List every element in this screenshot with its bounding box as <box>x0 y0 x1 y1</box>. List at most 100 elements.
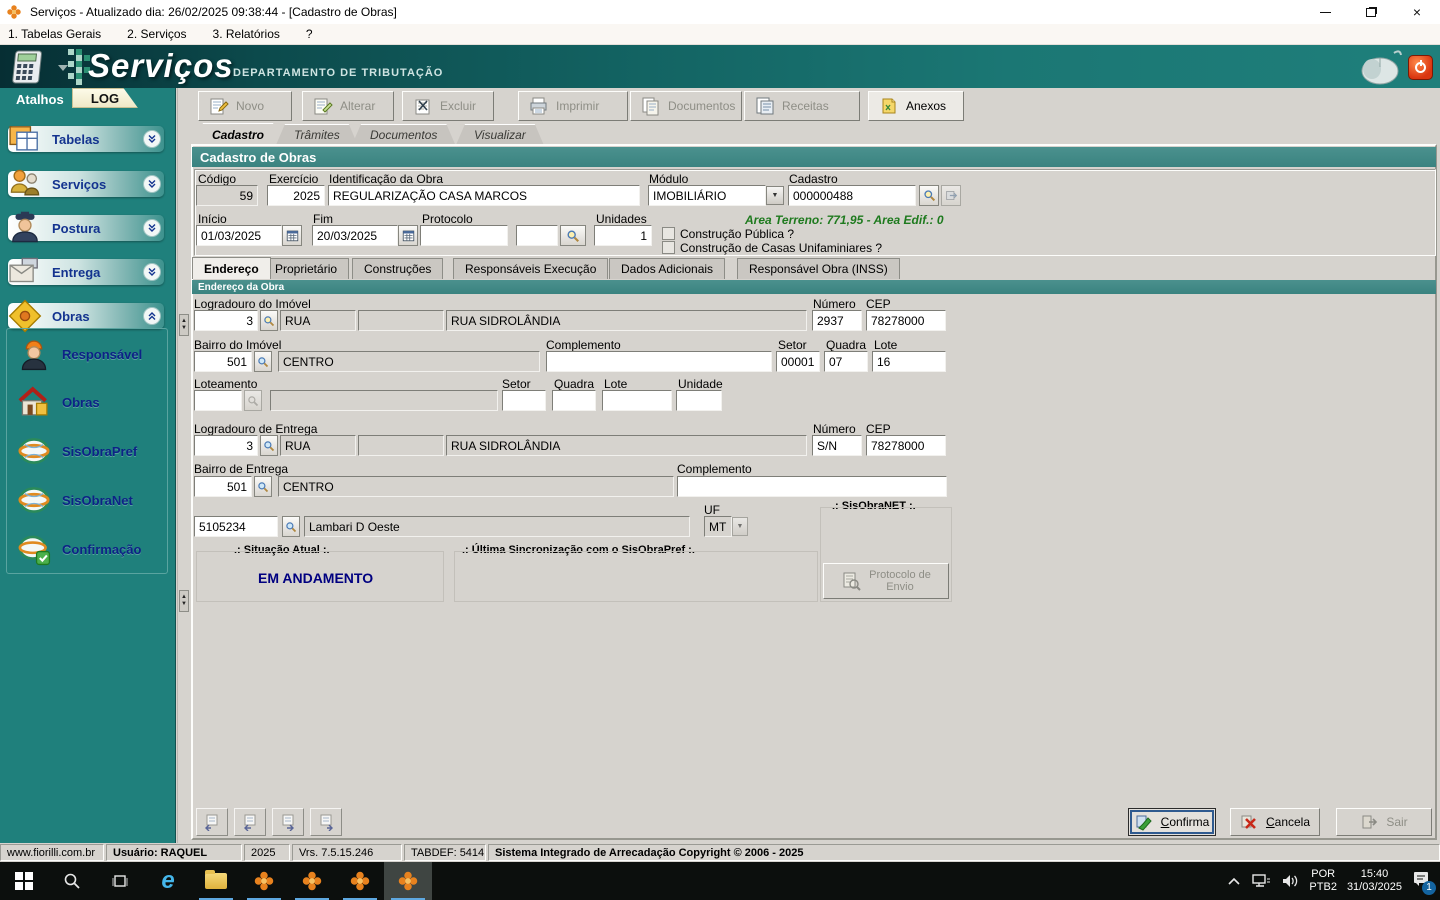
banner-exit-button[interactable] <box>1408 55 1433 80</box>
network-icon[interactable] <box>1251 873 1271 889</box>
anexos-button[interactable]: Anexos <box>868 91 964 121</box>
cep-field[interactable]: 78278000 <box>866 310 946 331</box>
tab-tramites[interactable]: Trâmites <box>276 124 358 145</box>
sidebar-group-servicos[interactable]: Serviços <box>8 171 164 197</box>
sidebar-item-sisobranet[interactable]: SisObraNet <box>16 480 166 520</box>
speaker-icon[interactable] <box>1281 873 1299 889</box>
sidebar-item-confirmacao[interactable]: Confirmação <box>16 529 166 569</box>
last-record-button[interactable] <box>310 808 342 836</box>
sidebar-splitter[interactable]: ▲▼ ▲▼ <box>177 88 190 843</box>
loteamento-quadra-field[interactable] <box>552 390 596 411</box>
menu-help[interactable]: ? <box>306 27 313 41</box>
start-button[interactable] <box>0 862 48 900</box>
sidebar-item-obras[interactable]: Obras <box>16 382 166 422</box>
subtab-proprietario[interactable]: Proprietário <box>263 258 349 279</box>
language-indicator[interactable]: PORPTB2 <box>1309 868 1337 894</box>
tray-expand-icon[interactable] <box>1227 876 1241 886</box>
menu-tabelas-gerais[interactable]: 1. Tabelas Gerais <box>8 27 101 41</box>
splitter-handle-top[interactable]: ▲▼ <box>179 314 189 336</box>
complemento-imovel-field[interactable] <box>546 351 772 372</box>
receitas-button[interactable]: Receitas <box>744 91 860 121</box>
app-window-3-button[interactable] <box>336 862 384 900</box>
uf-combobox[interactable]: MT <box>704 516 732 537</box>
internet-explorer-button[interactable]: e <box>144 862 192 900</box>
chevron-down-icon[interactable] <box>144 220 160 236</box>
municipio-codigo-field[interactable]: 5105234 <box>194 516 278 537</box>
sidebar-tab-log[interactable]: LOG <box>72 88 138 108</box>
subtab-dados-adicionais[interactable]: Dados Adicionais <box>609 258 725 279</box>
loteamento-lote-field[interactable] <box>602 390 672 411</box>
sidebar-group-postura[interactable]: Postura <box>8 215 164 241</box>
subtab-responsavel-obra-inss[interactable]: Responsável Obra (INSS) <box>737 258 900 279</box>
protocolo-search-button[interactable] <box>560 225 586 246</box>
bairro-entrega-search-button[interactable] <box>254 476 272 497</box>
previous-record-button[interactable] <box>234 808 266 836</box>
entrega-cep-field[interactable]: 78278000 <box>866 435 946 456</box>
file-explorer-button[interactable] <box>192 862 240 900</box>
protocolo-field[interactable] <box>420 225 508 246</box>
notification-center-button[interactable]: 1 <box>1412 870 1432 893</box>
alterar-button[interactable]: Alterar <box>302 91 394 121</box>
next-record-button[interactable] <box>272 808 304 836</box>
identificacao-field[interactable]: REGULARIZAÇÃO CASA MARCOS <box>328 185 640 206</box>
quadra-field[interactable]: 07 <box>824 351 868 372</box>
sair-button[interactable]: Sair <box>1336 808 1432 836</box>
numero-field[interactable]: 2937 <box>812 310 862 331</box>
unidade-field[interactable] <box>676 390 722 411</box>
confirma-button[interactable]: Confirma <box>1128 808 1216 836</box>
modulo-dropdown-arrow[interactable]: ▼ <box>766 186 784 205</box>
lote-field[interactable]: 16 <box>872 351 946 372</box>
novo-button[interactable]: Novo <box>198 91 292 121</box>
casas-unifamiliares-checkbox[interactable] <box>662 241 675 254</box>
subtab-responsaveis-execucao[interactable]: Responsáveis Execução <box>453 258 608 279</box>
clock[interactable]: 15:4031/03/2025 <box>1347 868 1402 894</box>
maximize-button[interactable] <box>1348 0 1394 24</box>
entrega-complemento-field[interactable] <box>677 476 947 497</box>
modulo-combobox[interactable]: IMOBILIÁRIO <box>648 185 766 206</box>
task-view-button[interactable] <box>96 862 144 900</box>
sidebar-group-entrega[interactable]: Entrega <box>8 259 164 285</box>
chevron-down-icon[interactable] <box>144 264 160 280</box>
first-record-button[interactable] <box>196 808 228 836</box>
cadastro-goto-button[interactable] <box>941 185 961 206</box>
loteamento-search-button[interactable] <box>244 390 262 411</box>
menu-servicos[interactable]: 2. Serviços <box>127 27 186 41</box>
chevron-down-icon[interactable] <box>144 131 160 147</box>
logradouro-imovel-codigo-field[interactable]: 3 <box>194 310 258 331</box>
app-window-4-button-active[interactable] <box>384 862 432 900</box>
close-button[interactable]: × <box>1394 0 1440 24</box>
menu-relatorios[interactable]: 3. Relatórios <box>213 27 280 41</box>
subtab-construcoes[interactable]: Construções <box>352 258 443 279</box>
subtab-endereco[interactable]: Endereço <box>192 257 271 279</box>
logradouro-entrega-codigo-field[interactable]: 3 <box>194 435 258 456</box>
tab-cadastro[interactable]: Cadastro <box>194 123 282 145</box>
imprimir-button[interactable]: Imprimir <box>518 91 628 121</box>
excluir-button[interactable]: Excluir <box>402 91 494 121</box>
sidebar-tab-atalhos[interactable]: Atalhos <box>10 90 70 109</box>
app-window-2-button[interactable] <box>288 862 336 900</box>
exercicio-field[interactable]: 2025 <box>267 185 325 206</box>
entrega-numero-field[interactable]: S/N <box>812 435 862 456</box>
cadastro-search-button[interactable] <box>919 185 939 206</box>
app-window-1-button[interactable] <box>240 862 288 900</box>
tab-visualizar[interactable]: Visualizar <box>456 124 544 145</box>
municipio-search-button[interactable] <box>282 516 300 537</box>
logradouro-imovel-search-button[interactable] <box>260 310 278 331</box>
documentos-button[interactable]: Documentos <box>630 91 742 121</box>
bairro-entrega-codigo-field[interactable]: 501 <box>194 476 252 497</box>
bairro-imovel-codigo-field[interactable]: 501 <box>194 351 252 372</box>
chevron-down-icon[interactable] <box>144 176 160 192</box>
chevron-up-icon[interactable] <box>144 308 160 324</box>
minimize-button[interactable] <box>1302 0 1348 24</box>
loteamento-codigo-field[interactable] <box>194 390 242 411</box>
setor-field[interactable]: 00001 <box>776 351 820 372</box>
cadastro-field[interactable]: 000000488 <box>788 185 916 206</box>
construcao-publica-checkbox[interactable] <box>662 227 675 240</box>
logradouro-entrega-search-button[interactable] <box>260 435 278 456</box>
inicio-calendar-button[interactable] <box>282 225 302 246</box>
taskbar-search-button[interactable] <box>48 862 96 900</box>
sidebar-item-responsavel[interactable]: Responsável <box>16 334 166 374</box>
sidebar-group-obras[interactable]: Obras <box>8 303 164 329</box>
sidebar-group-tabelas[interactable]: Tabelas <box>8 126 164 152</box>
protocolo-envio-button[interactable]: Protocolo deEnvio <box>823 563 949 599</box>
